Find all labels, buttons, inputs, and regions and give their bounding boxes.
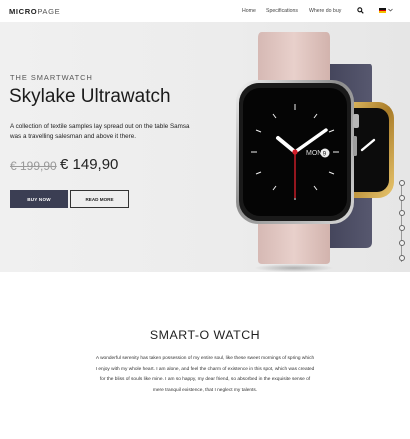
current-price: € 149,90 <box>60 156 119 173</box>
slider-dot[interactable] <box>399 225 405 231</box>
nav-specifications[interactable]: Specifications <box>266 8 298 14</box>
chevron-down-icon[interactable] <box>388 8 393 12</box>
section-text: A wonderful serenity has taken possessio… <box>95 356 315 393</box>
hero-section: THE SMARTWATCH Skylake Ultrawatch A coll… <box>0 22 410 272</box>
top-header: MICROPAGE Home Specifications Where do b… <box>0 0 410 22</box>
nav-home[interactable]: Home <box>242 8 256 14</box>
logo-bold-text: MICRO <box>9 7 38 16</box>
hero-description: A collection of textile samples lay spre… <box>10 123 190 140</box>
slider-pagination <box>398 180 406 262</box>
logo[interactable]: MICROPAGE <box>9 7 60 16</box>
old-price: € 199,90 <box>10 159 57 173</box>
slider-track <box>401 180 403 262</box>
hero-eyebrow: THE SMARTWATCH <box>10 73 93 82</box>
read-more-button[interactable]: READ MORE <box>70 190 129 208</box>
search-icon[interactable] <box>357 7 364 14</box>
slider-dot[interactable] <box>399 255 405 261</box>
buy-now-button[interactable]: BUY NOW <box>10 190 68 208</box>
smartwatch-image: MON 9 <box>236 32 394 272</box>
nav-where-to-buy[interactable]: Where do buy <box>309 8 341 14</box>
watch-day-label: MON <box>306 150 322 157</box>
slider-dot[interactable] <box>399 240 405 246</box>
slider-dot[interactable] <box>399 195 405 201</box>
logo-light-text: PAGE <box>37 7 61 16</box>
slider-dot[interactable] <box>399 180 405 186</box>
hero-title: Skylake Ultrawatch <box>9 86 171 107</box>
flag-icon[interactable] <box>379 8 386 13</box>
slider-dot[interactable] <box>399 210 405 216</box>
section-title: SMART-O WATCH <box>149 328 261 342</box>
